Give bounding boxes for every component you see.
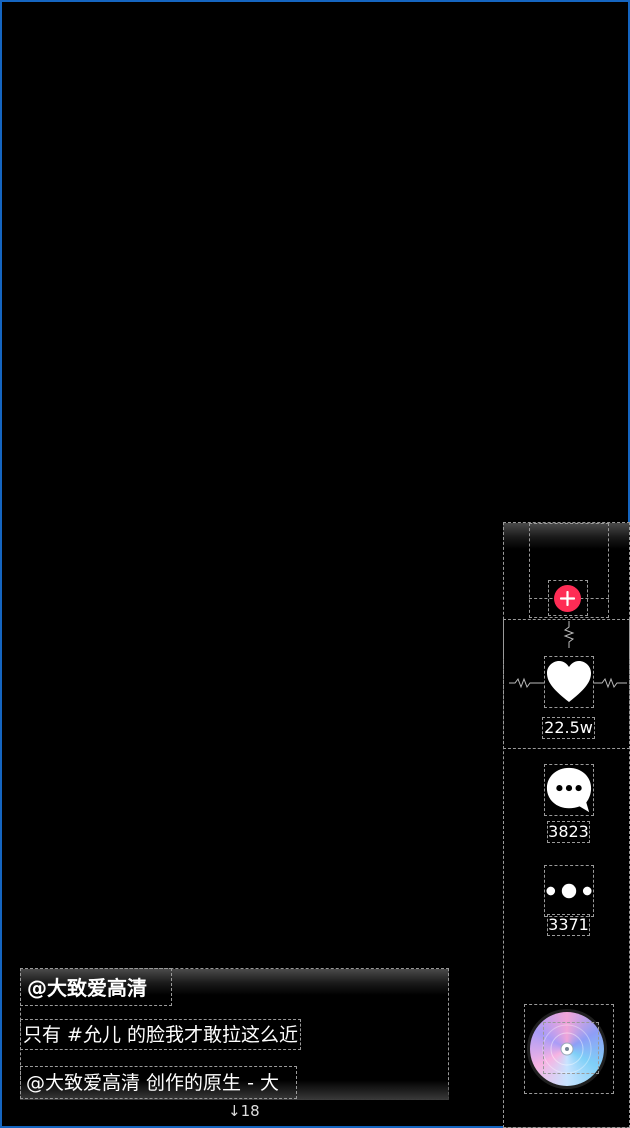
like-count: 22.5w (542, 717, 595, 739)
plus-icon (560, 591, 575, 606)
like-button[interactable] (544, 656, 594, 708)
comment-icon (546, 767, 592, 813)
author-name[interactable]: @大致爱高清 (20, 968, 172, 1006)
more-icon (546, 883, 592, 899)
share-button[interactable] (544, 865, 594, 917)
bottom-counter: 18 (240, 1102, 260, 1120)
music-title[interactable]: @大致爱高清 创作的原生 - 大 (20, 1066, 297, 1099)
video-description[interactable]: 只有 #允儿 的脸我才敢拉这么近 (20, 1019, 301, 1050)
bottom-indicator: ↓18 (228, 1102, 260, 1120)
comment-button[interactable] (544, 764, 594, 816)
heart-icon (547, 661, 591, 702)
disc-inner-frame (543, 1022, 599, 1074)
down-arrow-icon: ↓ (228, 1102, 241, 1120)
follow-button[interactable] (554, 585, 581, 612)
comment-count: 3823 (547, 821, 590, 843)
share-count: 3371 (547, 914, 590, 936)
